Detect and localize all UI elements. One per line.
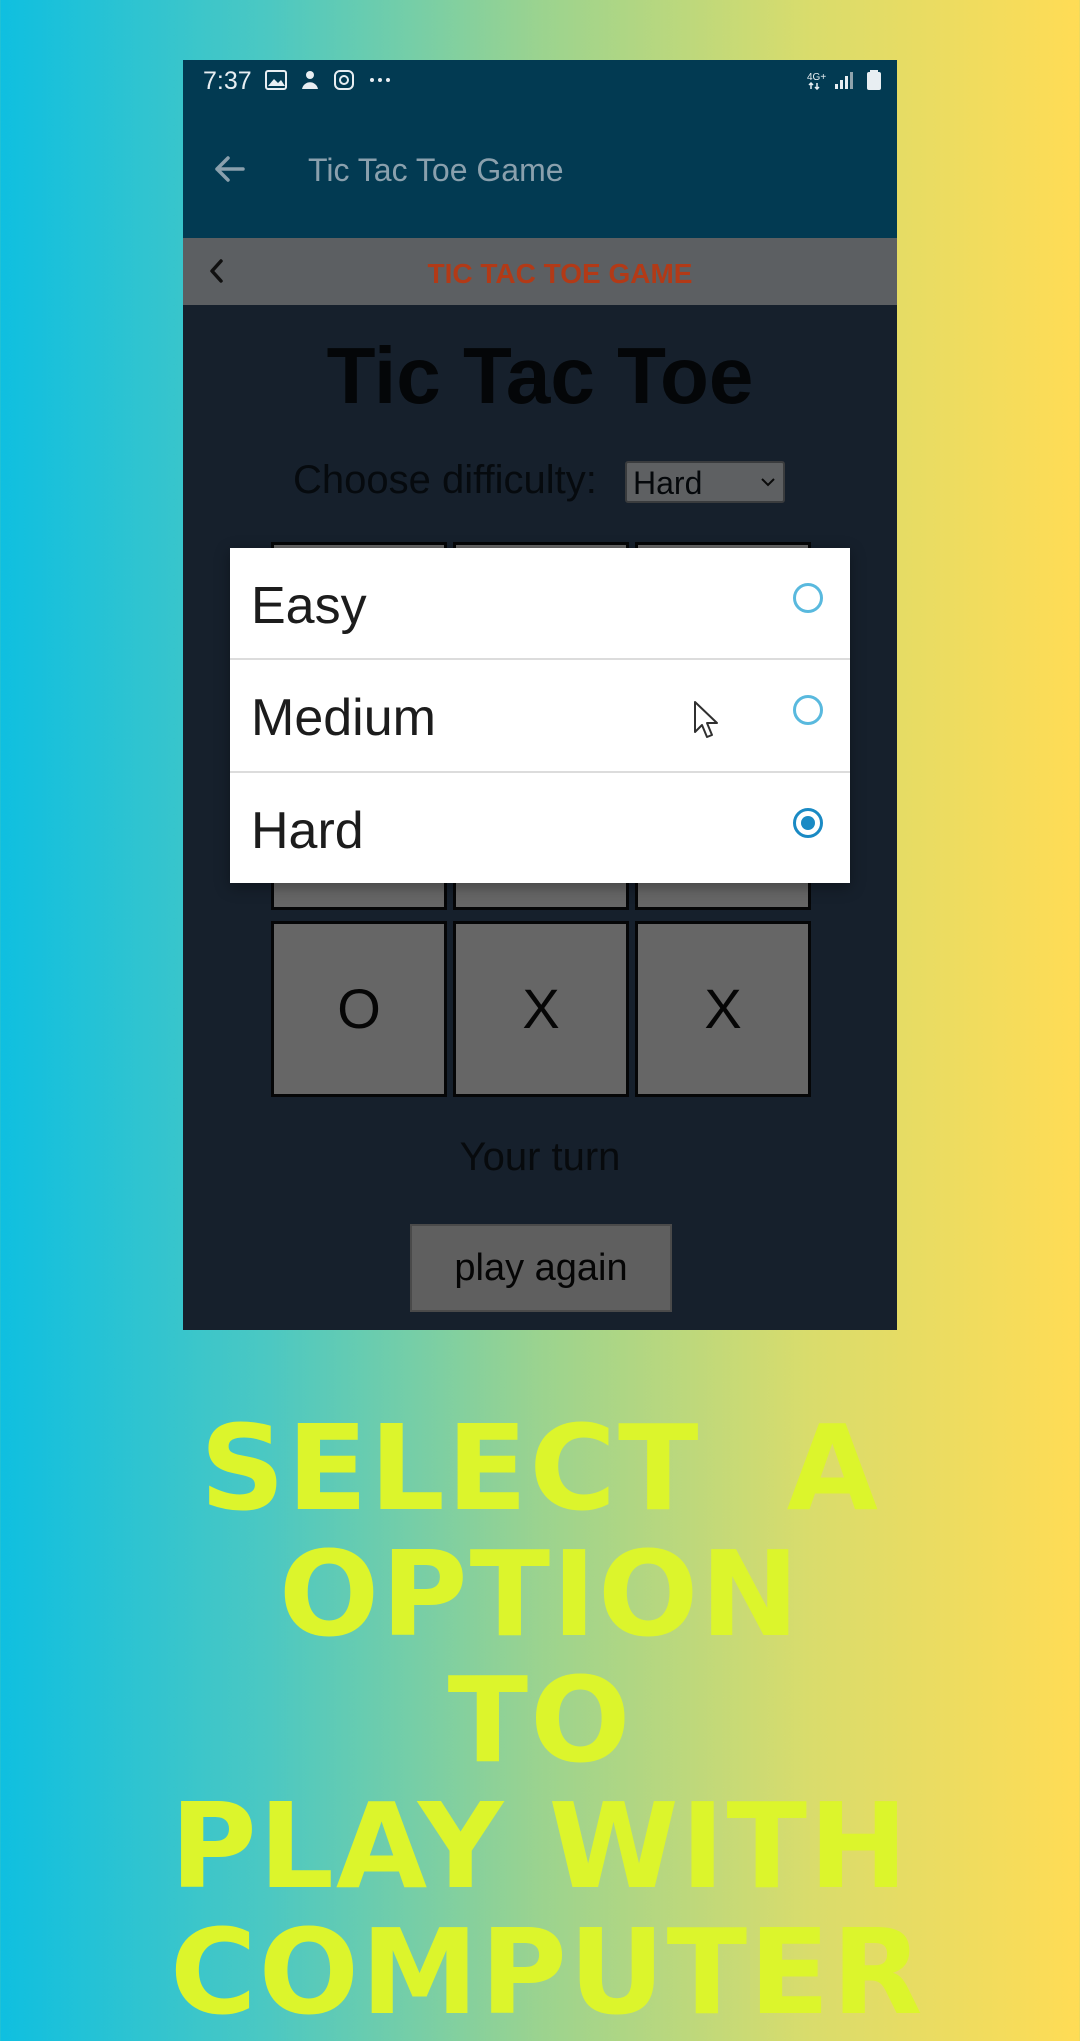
svg-text:4G+: 4G+	[807, 72, 826, 83]
battery-icon	[867, 70, 881, 90]
option-label: Hard	[251, 802, 364, 860]
board-cell[interactable]: X	[635, 921, 811, 1097]
signal-icon	[835, 72, 853, 89]
back-arrow-icon[interactable]	[213, 152, 247, 186]
difficulty-select-value: Hard	[633, 465, 703, 501]
radio-dot	[801, 816, 815, 830]
option-label: Easy	[251, 577, 367, 635]
app-bar: Tic Tac Toe Game	[183, 100, 897, 238]
promo-caption: SELECT A OPTION TO PLAY WITH COMPUTER	[170, 1399, 925, 2041]
promo-line: OPTION TO	[278, 1525, 802, 1789]
sub-header: TIC TAC TOE GAME	[183, 238, 897, 305]
difficulty-select[interactable]: Hard	[625, 461, 785, 503]
promo-line: SELECT A	[200, 1399, 880, 1537]
play-again-button[interactable]: play again	[410, 1224, 672, 1312]
status-bar: 7:37 4G+	[183, 60, 897, 100]
mouse-cursor-icon	[694, 701, 718, 738]
difficulty-dropdown: Easy Medium Hard	[230, 548, 850, 883]
promo-line: PLAY WITH	[170, 1777, 910, 1915]
more-dots-icon	[370, 78, 390, 82]
notification-icon	[302, 71, 318, 89]
promo-line: COMPUTER	[170, 1903, 925, 2041]
chevron-down-icon	[761, 478, 775, 487]
status-time: 7:37	[203, 67, 252, 95]
radio-icon[interactable]	[793, 695, 823, 725]
option-medium[interactable]: Medium	[230, 660, 850, 771]
option-hard[interactable]: Hard	[230, 773, 850, 884]
network-4g-icon: 4G+	[807, 72, 826, 90]
radio-icon[interactable]	[793, 583, 823, 613]
turn-status: Your turn	[459, 1135, 621, 1179]
option-easy[interactable]: Easy	[230, 548, 850, 659]
game-title: Tic Tac Toe	[326, 331, 754, 420]
difficulty-label: Choose difficulty:	[293, 458, 597, 502]
board-cell[interactable]: X	[453, 921, 629, 1097]
instagram-icon	[334, 70, 354, 90]
radio-checked-icon[interactable]	[793, 808, 823, 838]
gallery-icon	[265, 70, 287, 90]
board-cell[interactable]: O	[271, 921, 447, 1097]
option-label: Medium	[251, 689, 436, 747]
app-title: Tic Tac Toe Game	[308, 152, 564, 188]
sub-header-title: TIC TAC TOE GAME	[427, 258, 693, 289]
